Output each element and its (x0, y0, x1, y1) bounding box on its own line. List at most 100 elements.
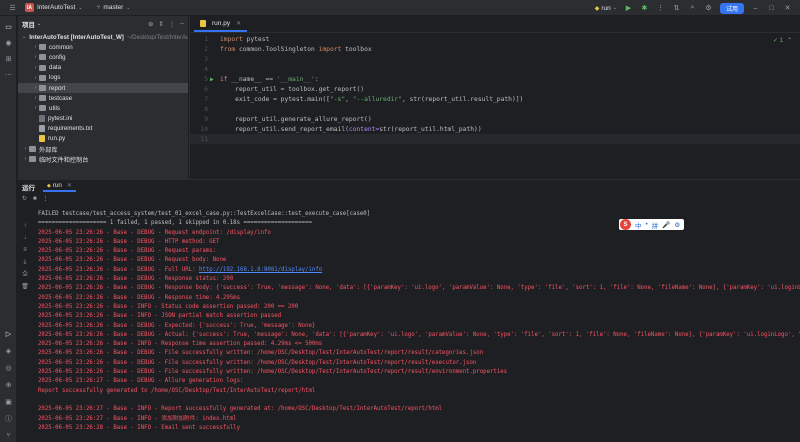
stop-icon[interactable]: ■ (33, 196, 37, 202)
tree-item-config[interactable]: › config (18, 52, 188, 62)
line-number: 5 (204, 75, 208, 83)
python-packages-icon[interactable]: ◈ (4, 346, 13, 355)
main-menu-button[interactable]: ☰ (8, 3, 17, 12)
tree-item-data[interactable]: › data (18, 63, 188, 73)
arrow-down-icon[interactable]: ↓ (21, 234, 29, 242)
code-line[interactable]: 1 import pytest (190, 34, 800, 44)
minimize-icon[interactable]: – (751, 4, 760, 13)
hide-icon[interactable]: – (180, 20, 184, 28)
editor-tab-run-py[interactable]: run.py ✕ (194, 16, 248, 32)
hamburger-menu-icon[interactable]: ☰ (8, 3, 17, 12)
git-tool-icon[interactable]: ⑂ (4, 431, 13, 440)
console-line-text: ==================== 1 failed, 1 passed,… (38, 220, 312, 227)
chevron-right-icon[interactable]: › (32, 54, 39, 60)
ime-punctuation-icon[interactable]: • (646, 221, 648, 228)
console-output[interactable]: FAILED testcase/test_access_system/test_… (38, 210, 800, 442)
chevron-right-icon[interactable]: › (32, 105, 39, 111)
tree-item-外部库[interactable]: › 外部库 (18, 144, 188, 154)
console-url-link[interactable]: http://192.168.1.8:8081/display/info (199, 267, 322, 273)
run-config-selector[interactable]: ◆ run ⌄ (595, 5, 617, 12)
tree-item-utils[interactable]: › utils (18, 103, 188, 113)
options-icon[interactable]: ⋮ (169, 20, 176, 28)
branch-switcher[interactable]: ⑂ master ⌄ (97, 4, 131, 11)
more-actions-icon[interactable]: ⋮ (656, 4, 665, 13)
code-token: : (314, 75, 319, 83)
code-token: common.ToolSingleton (235, 45, 319, 53)
scroll-to-end-icon[interactable]: ⤓ (21, 258, 29, 266)
chevron-right-icon[interactable]: › (32, 44, 39, 50)
ime-mode-chinese[interactable]: 中 (635, 220, 642, 230)
maximize-icon[interactable]: □ (767, 4, 776, 13)
code-line[interactable]: 10 report_util.send_report_email(content… (190, 124, 800, 134)
chevron-right-icon[interactable]: › (22, 146, 29, 152)
code-token: report_util.generate_allure_report() (220, 115, 372, 123)
terminal-tool-icon[interactable]: ▣ (4, 397, 13, 406)
settings-gear-icon[interactable]: ⚙ (704, 4, 713, 13)
tree-item-testcase[interactable]: › testcase (18, 93, 188, 103)
trash-icon[interactable]: 🗑 (21, 282, 29, 290)
project-panel-title[interactable]: 项目 (22, 19, 35, 29)
close-tab-icon[interactable]: ✕ (67, 182, 72, 189)
vcs-icon[interactable]: ⇅ (672, 4, 681, 13)
soft-wrap-icon[interactable]: ≡ (21, 246, 29, 254)
print-icon[interactable]: ⎙ (21, 270, 29, 278)
chevron-right-icon[interactable]: › (32, 65, 39, 71)
ime-toolbar[interactable]: S 中 • 拼 🎤 ⚙ (619, 219, 685, 230)
code-token: , (345, 95, 353, 103)
more-actions-icon[interactable]: ⋮ (43, 195, 49, 202)
tree-item-临时文件和控制台[interactable]: › 临时文件和控制台 (18, 154, 188, 164)
collapse-all-icon[interactable]: ⇕ (158, 20, 163, 28)
run-tab[interactable]: ◆ run ✕ (43, 181, 76, 192)
code-text: import pytest (218, 36, 269, 43)
chevron-right-icon[interactable]: › (32, 75, 39, 81)
tree-item-logs[interactable]: › logs (18, 73, 188, 83)
tree-item-run-py[interactable]: run.py (18, 134, 188, 144)
code-line[interactable]: 3 (190, 54, 800, 64)
chevron-right-icon[interactable]: › (22, 156, 29, 162)
tree-item-interautotest[interactable]: ⌄ InterAutoTest [InterAutoTest_W] ~/Deskto… (18, 32, 188, 42)
code-line[interactable]: 2 from common.ToolSingleton import toolbo… (190, 44, 800, 54)
arrow-up-icon[interactable]: ↑ (21, 222, 29, 230)
code-text: report_util.send_report_email(content=st… (218, 126, 481, 133)
run-gutter-icon[interactable]: ▶ (210, 76, 218, 83)
code-line[interactable]: 8 (190, 104, 800, 114)
microphone-icon[interactable]: 🎤 (662, 221, 670, 229)
code-line[interactable]: 11 (190, 134, 800, 144)
console-line-text: 2025-06-05 23:26:26 - Base - INFO - Resp… (38, 341, 323, 348)
code-line[interactable]: 9 report_util.generate_allure_report() (190, 114, 800, 124)
tree-item-common[interactable]: › common (18, 42, 188, 52)
close-icon[interactable]: ✕ (783, 4, 792, 13)
tree-item-pytest-ini[interactable]: pytest.ini (18, 114, 188, 124)
ime-pinyin-icon[interactable]: 拼 (652, 220, 659, 230)
python-console-icon[interactable]: ◎ (4, 363, 13, 372)
close-tab-icon[interactable]: ✕ (236, 20, 241, 27)
project-switcher[interactable]: IA InterAutoTest ⌄ (25, 3, 83, 12)
chevron-down-icon: ⌄ (612, 5, 617, 11)
locate-icon[interactable]: ⊕ (148, 20, 153, 28)
problems-tool-icon[interactable]: ⓘ (4, 414, 13, 423)
chevron-right-icon[interactable]: › (32, 95, 39, 101)
folder-icon (39, 85, 46, 92)
chevron-down-icon[interactable]: ⌄ (22, 34, 26, 40)
code-token: "-s" (329, 95, 346, 103)
code-line[interactable]: 5 ▶ if __name__ == '__main__': (190, 74, 800, 84)
console-line-text: 2025-06-05 23:26:26 - Base - DEBUG - Fil… (38, 350, 484, 357)
run-icon[interactable]: ▶ (624, 4, 633, 13)
run-tool-icon[interactable]: ▷ (4, 329, 13, 338)
tree-item-requirements-txt[interactable]: requirements.txt (18, 124, 188, 134)
structure-tool-icon[interactable]: ⊞ (4, 54, 13, 63)
code-line[interactable]: 7 exit_code = pytest.main(["-s", "--allu… (190, 94, 800, 104)
code-line[interactable]: 6 report_util = toolbox.get_report() (190, 84, 800, 94)
services-tool-icon[interactable]: ⊕ (4, 380, 13, 389)
code-line[interactable]: 4 (190, 64, 800, 74)
more-tools-icon[interactable]: ⋯ (4, 70, 13, 79)
tree-item-label: data (49, 64, 62, 72)
project-tool-icon[interactable]: ▭ (4, 22, 13, 31)
ime-settings-icon[interactable]: ⚙ (674, 221, 680, 229)
commit-tool-icon[interactable]: ◉ (4, 38, 13, 47)
chevron-right-icon[interactable]: › (32, 85, 39, 91)
trial-button[interactable]: 试用 (719, 2, 744, 14)
debug-icon[interactable]: ✱ (640, 4, 649, 13)
tree-item-report[interactable]: › report (18, 82, 188, 94)
search-icon[interactable]: ⌕ (688, 4, 697, 13)
